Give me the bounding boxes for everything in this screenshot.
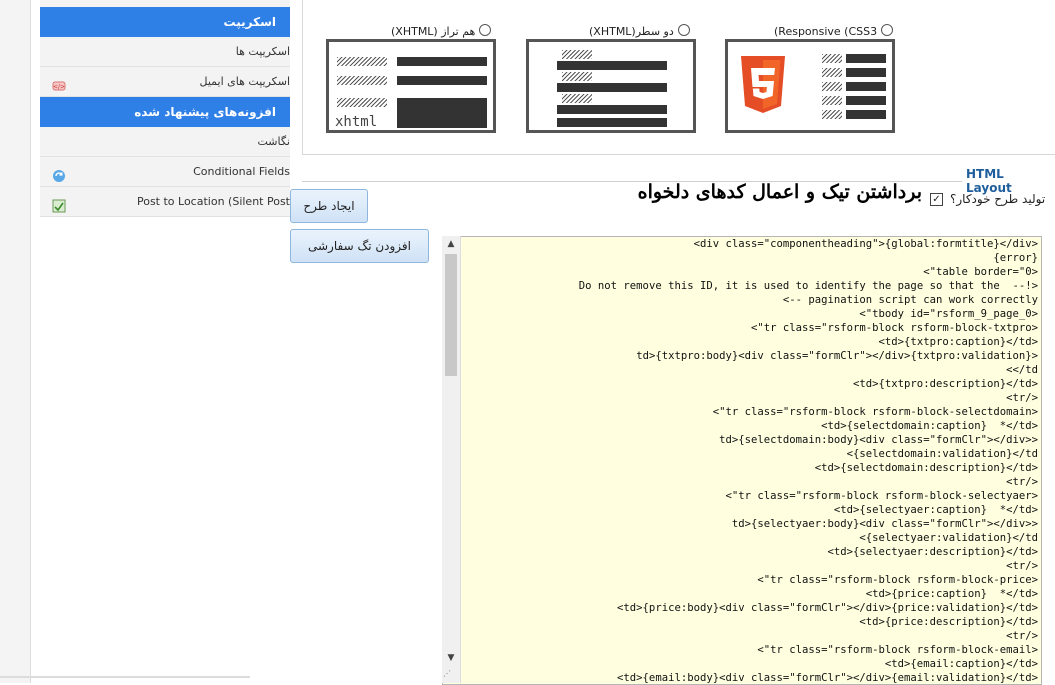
code-line: <td>{price:body}<div class="formClr"></d… <box>617 602 1038 614</box>
sidebar-item-scripts[interactable]: اسکریپت ها <box>40 37 290 67</box>
scroll-down-icon[interactable]: ▼ <box>442 650 460 666</box>
scroll-thumb[interactable] <box>445 254 457 376</box>
resize-grip-icon[interactable]: ⋰ <box>443 667 459 681</box>
radio-button[interactable] <box>881 24 894 36</box>
code-line: <"tr class="rsform-block rsform-block-se… <box>725 490 1038 502</box>
sidebar-item-post-to-location[interactable]: Post to Location (Silent Post <box>40 187 290 217</box>
sidebar-item-mapping[interactable]: نگاشت <box>40 127 290 157</box>
svg-text:</>: </> <box>53 84 65 91</box>
code-line: <-- pagination script can work correctly <box>782 294 1038 306</box>
auto-generate-label: تولید طرح خودکار؟ <box>950 192 1046 206</box>
code-line: <tr/> <box>1006 392 1038 404</box>
create-layout-button[interactable]: ایجاد طرح <box>290 189 368 223</box>
html-layout-legend: HTML Layout <box>962 167 1055 195</box>
radio-button[interactable] <box>677 24 690 36</box>
template-preview-inline[interactable]: xhtml <box>326 39 496 133</box>
code-line: <td>{txtpro:caption}</td> <box>878 336 1038 348</box>
sidebar-item-label: اسکریپت ها <box>235 45 290 58</box>
code-line: {error} <box>993 252 1038 264</box>
scroll-up-icon[interactable]: ▲ <box>442 236 460 252</box>
code-line: <"table border="0> <box>923 266 1038 278</box>
sidebar-item-label: Post to Location (Silent Post <box>136 195 290 208</box>
template-panel: (Responsive (CSS3 (XHTML)دو سطر (XHTML) … <box>302 0 1055 155</box>
handwritten-annotation: برداشتن تیک و اعمال کدهای دلخواه <box>637 181 922 203</box>
code-line: <"tr class="rsform-block rsform-block-se… <box>712 406 1038 418</box>
template-preview-responsive[interactable] <box>725 39 895 133</box>
auto-generate-checkbox[interactable]: ✓ <box>930 193 943 206</box>
code-line: <td>{txtpro:description}</td> <box>853 378 1038 390</box>
add-custom-tag-button[interactable]: افزودن تگ سفارشی <box>290 229 429 263</box>
sidebar-item-label: اسکریپت های ایمیل <box>199 75 290 88</box>
left-gutter <box>0 0 31 683</box>
radio-button[interactable] <box>479 24 492 36</box>
template-preview-two-line[interactable] <box>526 39 696 133</box>
code-line: <"tr class="rsform-block rsform-block-tx… <box>750 322 1038 334</box>
sidebar-item-email-scripts[interactable]: </> اسکریپت های ایمیل <box>40 67 290 97</box>
sidebar-item-label: نگاشت <box>257 135 290 148</box>
code-line: td>{txtpro:body}<div class="formClr"></d… <box>636 350 1038 362</box>
template-label: (Responsive (CSS3 <box>774 25 878 38</box>
template-option-inline[interactable]: (XHTML) هم تراز <box>391 24 492 38</box>
code-line: <td>{price:caption} *</td> <box>865 588 1038 600</box>
code-line: <"tr class="rsform-block rsform-block-pr… <box>757 574 1038 586</box>
code-line: <"tr class="rsform-block rsform-block-em… <box>757 644 1038 656</box>
sidebar-item-label: Conditional Fields <box>193 165 290 178</box>
xhtml-box-label: xhtml <box>335 114 378 130</box>
code-line: Do not remove this ID, it is used to ide… <box>578 280 1038 292</box>
code-line: <td>{selectyaer:description}</td> <box>827 546 1038 558</box>
refresh-icon <box>52 165 66 182</box>
template-label: (XHTML)دو سطر <box>589 25 674 38</box>
code-line: <td>{selectdomain:caption} *</td> <box>821 420 1038 432</box>
code-line: <div class="componentheading">{global:fo… <box>693 238 1038 250</box>
code-line: td>{selectyaer:body}<div class="formClr"… <box>731 518 1038 530</box>
code-line: <"tbody id="rsform_9_page_0> <box>859 308 1038 320</box>
code-line: <</td <box>1006 364 1038 376</box>
code-line: <td>{selectyaer:caption} *</td> <box>833 504 1038 516</box>
code-line: <{selectyaer:validation}</td <box>859 532 1038 544</box>
template-option-two-line[interactable]: (XHTML)دو سطر <box>589 24 690 38</box>
code-line: <td>{price:description}</td> <box>859 616 1038 628</box>
code-line: <{selectdomain:validation}</td <box>846 448 1038 460</box>
code-line: <td>{email:caption}</td> <box>884 658 1038 670</box>
bottom-divider <box>0 676 250 678</box>
post-location-icon <box>52 195 66 213</box>
sidebar: اسکریپت اسکریپت ها </> اسکریپت های ایمیل… <box>40 0 290 217</box>
code-line: td>{selectdomain:body}<div class="formCl… <box>719 434 1038 446</box>
code-line: <tr/> <box>1006 560 1038 572</box>
template-label: (XHTML) هم تراز <box>391 25 476 38</box>
email-script-icon: </> <box>52 75 66 91</box>
code-line: <tr/> <box>1006 630 1038 642</box>
sidebar-header-suggested-plugins: افزونه‌های پیشنهاد شده <box>40 97 290 127</box>
html5-logo-icon <box>738 56 788 117</box>
sidebar-item-conditional-fields[interactable]: Conditional Fields <box>40 157 290 187</box>
sidebar-header-scripts: اسکریپت <box>40 7 290 37</box>
template-option-responsive[interactable]: (Responsive (CSS3 <box>774 24 894 38</box>
code-line: <tr/> <box>1006 476 1038 488</box>
code-line: <td>{selectdomain:description}</td> <box>814 462 1038 474</box>
